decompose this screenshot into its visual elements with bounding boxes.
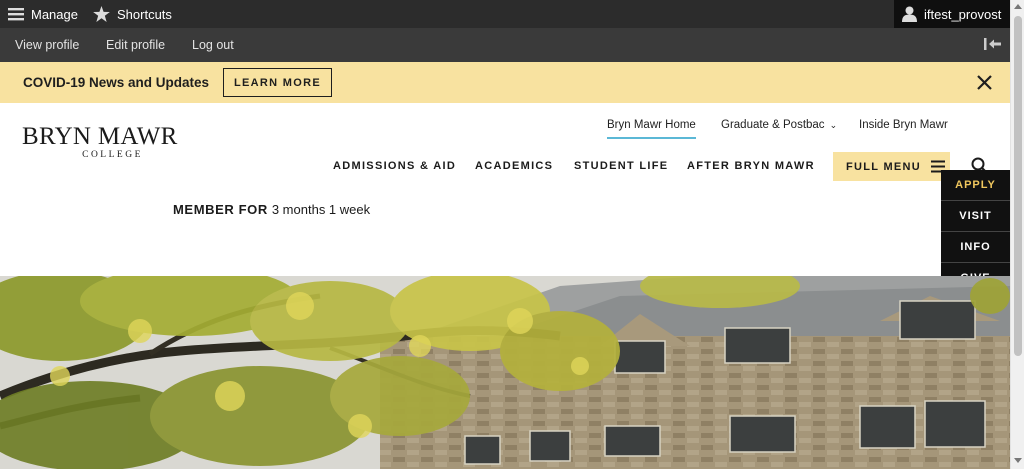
graduate-postbac-link[interactable]: Graduate & Postbac ⌄ bbox=[721, 119, 837, 139]
user-account-button[interactable]: iftest_provost bbox=[894, 0, 1010, 28]
apply-link[interactable]: APPLY bbox=[941, 170, 1010, 201]
nav-academics[interactable]: ACADEMICS bbox=[475, 160, 553, 172]
scrollbar-thumb[interactable] bbox=[1014, 16, 1022, 356]
scroll-down-arrow-icon[interactable] bbox=[1014, 458, 1022, 463]
member-for: MEMBER FOR 3 months 1 week bbox=[173, 202, 370, 217]
nav-after-bryn-mawr[interactable]: AFTER BRYN MAWR bbox=[687, 160, 815, 172]
campus-building-illustration bbox=[0, 276, 1010, 469]
nav-admissions-aid[interactable]: ADMISSIONS & AID bbox=[333, 160, 456, 172]
bryn-mawr-logo[interactable]: BRYN MAWR COLLEGE bbox=[22, 124, 197, 160]
user-icon bbox=[902, 6, 917, 22]
scroll-up-arrow-icon[interactable] bbox=[1014, 4, 1022, 9]
user-name: iftest_provost bbox=[924, 6, 1002, 22]
shortcuts-label: Shortcuts bbox=[117, 6, 172, 22]
close-icon[interactable] bbox=[976, 74, 993, 91]
nav-student-life[interactable]: STUDENT LIFE bbox=[574, 160, 668, 172]
page-scrollbar[interactable] bbox=[1010, 0, 1024, 469]
alert-text: COVID-19 News and Updates bbox=[23, 75, 210, 90]
full-menu-button[interactable]: FULL MENU bbox=[833, 152, 950, 181]
edit-profile-link[interactable]: Edit profile bbox=[106, 28, 165, 62]
logo-sub-text: COLLEGE bbox=[82, 150, 143, 160]
star-icon bbox=[93, 6, 110, 22]
admin-subbar: View profile Edit profile Log out bbox=[0, 28, 1010, 62]
collapse-toolbar-icon[interactable] bbox=[984, 37, 1002, 51]
shortcuts-button[interactable]: Shortcuts bbox=[93, 0, 172, 28]
learn-more-button[interactable]: LEARN MORE bbox=[223, 68, 332, 97]
member-for-value: 3 months 1 week bbox=[271, 202, 371, 217]
graduate-postbac-label: Graduate & Postbac bbox=[721, 119, 825, 131]
info-link[interactable]: INFO bbox=[941, 232, 1010, 263]
visit-link[interactable]: VISIT bbox=[941, 201, 1010, 232]
member-for-label: MEMBER FOR bbox=[173, 202, 268, 217]
log-out-link[interactable]: Log out bbox=[192, 28, 234, 62]
manage-menu-button[interactable]: Manage bbox=[8, 0, 78, 28]
logo-main-text: BRYN MAWR bbox=[22, 123, 178, 150]
bryn-mawr-home-link[interactable]: Bryn Mawr Home bbox=[607, 119, 696, 139]
full-menu-label: FULL MENU bbox=[846, 160, 922, 173]
admin-toolbar: Manage Shortcuts iftest_provost bbox=[0, 0, 1010, 28]
inside-bryn-mawr-link[interactable]: Inside Bryn Mawr bbox=[859, 119, 948, 139]
manage-label: Manage bbox=[31, 6, 78, 22]
hero-image bbox=[0, 276, 1010, 469]
chevron-down-icon: ⌄ bbox=[829, 120, 838, 130]
view-profile-link[interactable]: View profile bbox=[15, 28, 79, 62]
covid-alert-banner: COVID-19 News and Updates LEARN MORE bbox=[0, 62, 1010, 103]
hamburger-icon bbox=[8, 8, 24, 21]
